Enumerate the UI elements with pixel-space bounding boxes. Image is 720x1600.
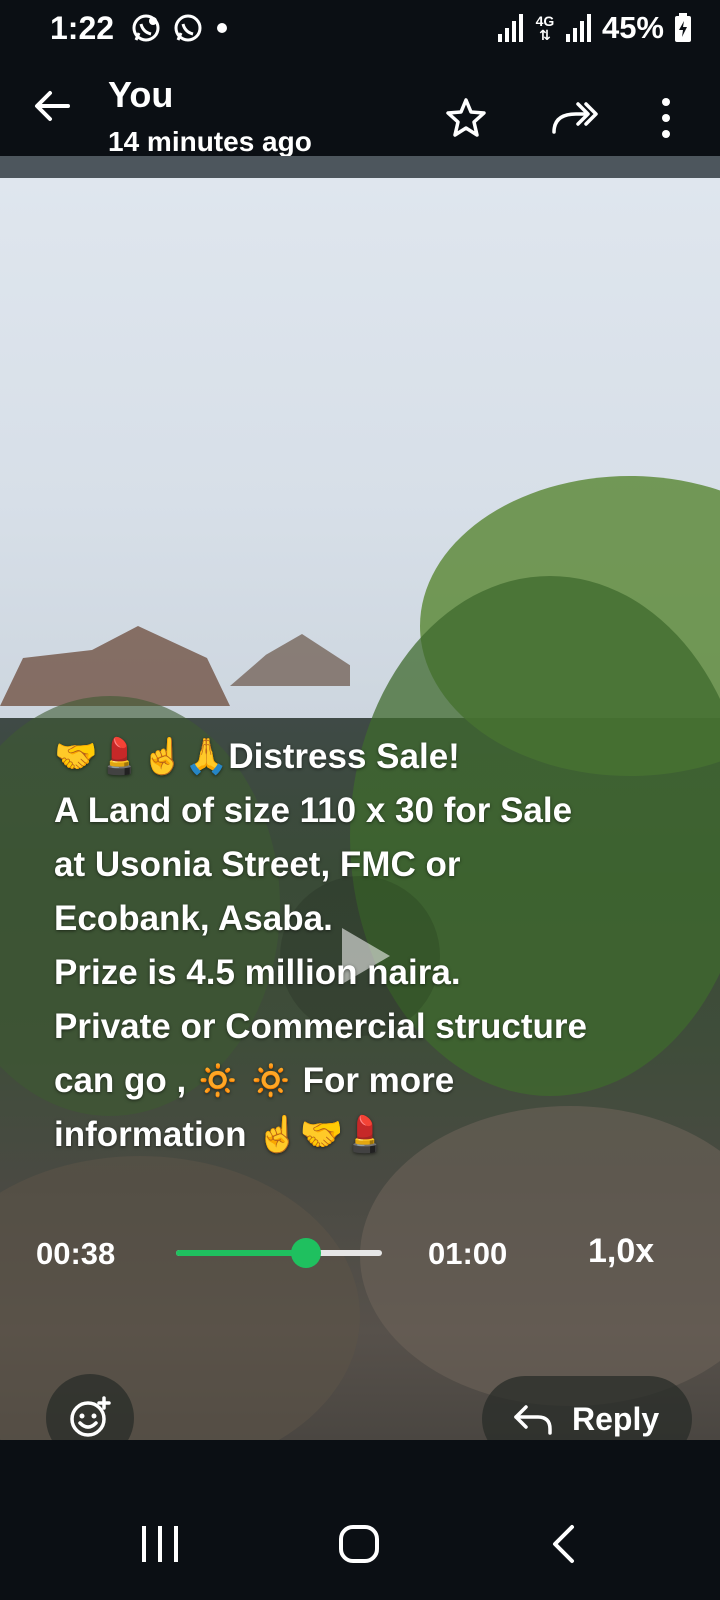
status-header: You 14 minutes ago — [0, 56, 720, 157]
status-bar: 1:22 4G ⇅ 45% — [0, 0, 720, 56]
current-time: 00:38 — [36, 1236, 116, 1271]
contact-name: You — [108, 74, 174, 115]
caption-line: at Usonia Street, FMC or — [54, 845, 461, 884]
network-4g-icon: 4G ⇅ — [535, 13, 555, 43]
system-nav-bar — [0, 1440, 720, 1600]
seek-progress — [176, 1250, 307, 1256]
battery-charging-icon — [675, 13, 691, 42]
dot-icon — [217, 23, 227, 33]
emoji-add-icon — [70, 1396, 111, 1437]
status-right: 4G ⇅ 45% — [497, 10, 692, 46]
caption-line: Private or Commercial structure — [54, 1007, 587, 1046]
post-time: 14 minutes ago — [108, 126, 312, 157]
signal-icon — [497, 14, 523, 42]
caption-line: information ☝️🤝💄 — [54, 1115, 387, 1154]
status-app-icons — [130, 12, 230, 44]
more-vert-icon[interactable] — [654, 96, 678, 140]
total-time: 01:00 — [428, 1236, 508, 1271]
caption-line: A Land of size 110 x 30 for Sale — [54, 791, 573, 830]
status-caption: 🤝💄☝️🙏Distress Sale! A Land of size 110 x… — [54, 730, 694, 1162]
seek-bar[interactable] — [176, 1238, 382, 1268]
reply-label: Reply — [572, 1400, 660, 1437]
back-arrow-icon[interactable] — [28, 82, 76, 130]
caption-line: 🤝💄☝️🙏Distress Sale! — [54, 737, 460, 776]
home-icon[interactable] — [338, 1524, 380, 1564]
caption-line: can go , 🔅 🔅 For more — [54, 1061, 455, 1100]
star-icon[interactable] — [444, 96, 488, 140]
recents-icon[interactable] — [140, 1526, 180, 1562]
back-icon[interactable] — [550, 1524, 576, 1564]
signal-icon — [565, 14, 591, 42]
playback-speed-button[interactable]: 1,0x — [588, 1232, 654, 1271]
reply-icon — [514, 1405, 552, 1435]
whatsapp-business-icon — [132, 14, 160, 42]
battery-percent: 45% — [601, 10, 664, 45]
network-label: 4G — [535, 13, 555, 29]
whatsapp-icon — [174, 14, 202, 42]
forward-icon[interactable] — [550, 96, 600, 140]
status-time: 1:22 — [50, 10, 115, 46]
caption-line: Ecobank, Asaba. — [54, 899, 333, 938]
caption-line: Prize is 4.5 million naira. — [54, 953, 461, 992]
status-progress-strip — [0, 156, 720, 178]
